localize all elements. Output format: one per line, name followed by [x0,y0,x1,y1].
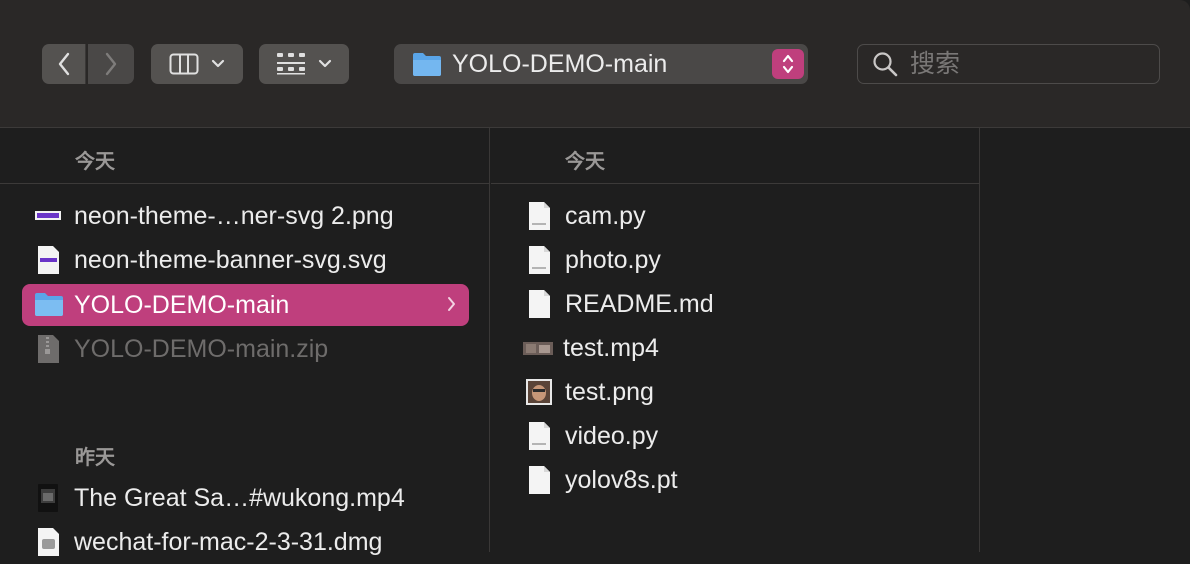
path-popup-label: YOLO-DEMO-main [452,49,668,78]
folder-icon [34,290,63,320]
python-file-icon [525,245,553,275]
video-thumbnail-icon [34,483,62,513]
image-thumbnail-icon [525,377,553,407]
list-item-label: The Great Sa…#wukong.mp4 [74,483,405,512]
list-item-label: photo.py [565,245,661,274]
search-icon [873,52,898,77]
list-item-label: wechat-for-mac-2-3-31.dmg [74,527,383,556]
list-item[interactable]: neon-theme-…ner-svg 2.png [34,195,470,237]
list-item[interactable]: test.png [525,371,955,413]
group-by-button[interactable] [259,44,349,84]
list-item[interactable]: YOLO-DEMO-main.zip [34,328,470,370]
list-item[interactable]: photo.py [525,239,955,281]
section-header-yesterday: 昨天 [75,447,115,469]
back-button[interactable] [42,44,86,84]
png-banner-icon [34,201,62,231]
list-item[interactable]: The Great Sa…#wukong.mp4 [34,477,470,519]
list-item-selected[interactable]: YOLO-DEMO-main [22,284,469,326]
list-item[interactable]: yolov8s.pt [525,459,955,501]
browser-column-3[interactable] [981,128,1190,552]
list-item-label: YOLO-DEMO-main [74,290,290,319]
list-item[interactable]: neon-theme-banner-svg.svg [34,239,470,281]
section-divider [0,183,490,184]
list-item-label: video.py [565,421,659,450]
list-item-label: neon-theme-banner-svg.svg [74,245,387,274]
section-divider [491,183,980,184]
chevron-right-icon [105,52,117,76]
list-item-label: yolov8s.pt [565,465,678,494]
list-item-label: neon-theme-…ner-svg 2.png [74,201,394,230]
path-popup-button[interactable]: YOLO-DEMO-main [394,44,808,84]
list-item[interactable]: cam.py [525,195,955,237]
list-item-label: test.mp4 [563,333,659,362]
chevron-left-icon [58,52,69,76]
video-thumbnail-icon [523,333,553,363]
list-item-label: README.md [565,289,714,318]
document-icon [525,289,553,319]
python-file-icon [525,421,553,451]
browser-column-1[interactable]: 今天 neon-theme-…ner-svg 2.png neon-theme-… [0,128,490,556]
search-input[interactable] [908,48,1152,80]
search-field[interactable] [857,44,1160,84]
section-header-today: 今天 [75,151,115,173]
view-mode-button[interactable] [151,44,243,84]
list-item-label: test.png [565,377,654,406]
svg-document-icon [34,245,62,275]
browser-column-2[interactable]: 今天 cam.py photo.py README.md test.mp4 te… [491,128,980,552]
path-stepper[interactable] [772,49,804,79]
zip-archive-icon [34,334,62,364]
list-item[interactable]: wechat-for-mac-2-3-31.dmg [34,521,470,563]
grid-group-icon [277,53,305,75]
list-item-label: YOLO-DEMO-main.zip [74,334,329,363]
forward-button[interactable] [88,44,134,84]
chevron-down-icon [211,59,225,68]
columns-view-icon [169,53,199,75]
chevron-right-icon [448,297,455,311]
python-file-icon [525,201,553,231]
list-item[interactable]: video.py [525,415,955,457]
chevron-down-icon [318,59,332,68]
list-item-label: cam.py [565,201,646,230]
document-icon [525,465,553,495]
list-item[interactable]: README.md [525,283,955,325]
disk-image-icon [34,527,62,557]
folder-icon [413,53,441,76]
list-item[interactable]: test.mp4 [523,327,955,369]
up-down-chevron-icon [782,54,794,74]
section-header-today: 今天 [565,151,605,173]
finder-toolbar: YOLO-DEMO-main [0,0,1190,128]
